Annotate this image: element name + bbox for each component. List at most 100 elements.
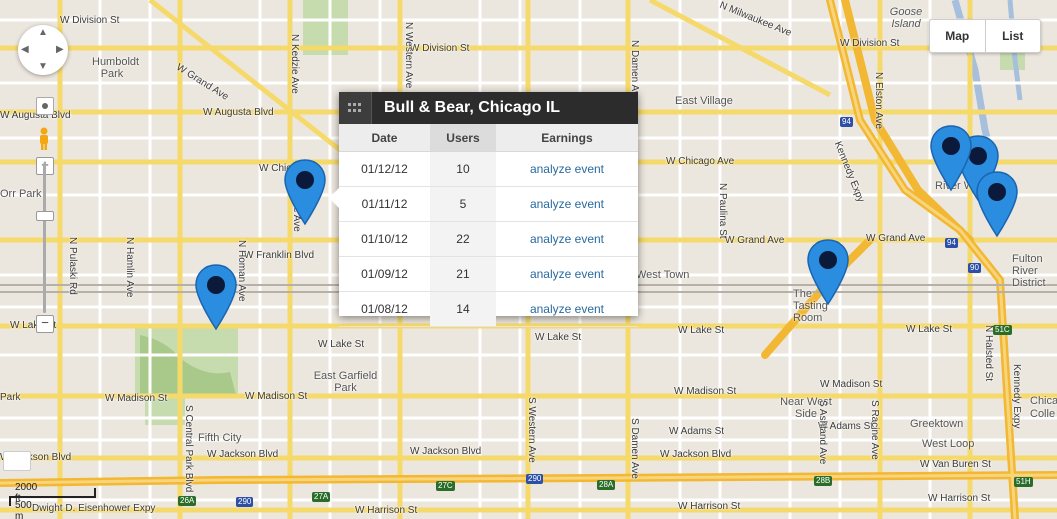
pan-right-icon[interactable]: ▶ (56, 44, 64, 55)
street-label: W Lake St (678, 325, 725, 336)
area-label: West Loop (922, 438, 975, 450)
street-label: N Kedzie Ave (289, 34, 300, 94)
map-canvas[interactable]: Humboldt Park W Division St W Division S… (0, 0, 1057, 519)
area-label: Orr Park (0, 188, 42, 200)
scale-meters: 500 m (15, 500, 32, 519)
street-label: W Van Buren St (920, 459, 991, 470)
date-cell: 01/09/12 (339, 256, 430, 292)
interstate-shield: 90 (968, 263, 981, 273)
street-label: Park (0, 392, 21, 403)
street-label: S Central Park Blvd (183, 405, 194, 493)
table-row: 01/08/12 14 analyze event (339, 291, 638, 327)
exit-shield: 28B (814, 476, 833, 486)
pan-left-icon[interactable]: ◀ (21, 44, 29, 55)
table-row: 01/09/12 21 analyze event (339, 256, 638, 292)
pan-control[interactable]: ▲ ▼ ◀ ▶ (18, 25, 68, 75)
analyze-event-link[interactable]: analyze event (530, 197, 604, 211)
zoom-slider-track[interactable] (43, 163, 46, 313)
street-label: W Jackson Blvd (410, 446, 482, 457)
grid-icon[interactable] (339, 92, 372, 124)
street-label: W Chicago Ave (666, 156, 735, 167)
street-label: W Harrison St (355, 505, 418, 516)
google-logo-box (3, 451, 31, 471)
analyze-event-link[interactable]: analyze event (530, 232, 604, 246)
column-header-date[interactable]: Date (339, 124, 430, 152)
interstate-shield: 290 (526, 474, 544, 484)
street-label: N Hamlin Ave (124, 237, 135, 298)
street-label: W Division St (410, 43, 470, 54)
area-label: East Village (675, 95, 733, 107)
analyze-event-link[interactable]: analyze event (530, 267, 604, 281)
street-label: W Jackson Blvd (207, 449, 279, 460)
pegman-icon[interactable] (37, 127, 51, 151)
location-pin[interactable] (975, 170, 1019, 240)
analyze-event-link[interactable]: analyze event (530, 162, 604, 176)
street-label: W Franklin Blvd (244, 250, 315, 261)
location-pin[interactable] (283, 158, 327, 228)
area-label: Goose Island (889, 6, 923, 30)
pan-up-icon[interactable]: ▲ (38, 27, 48, 38)
popup-header: Bull & Bear, Chicago IL (339, 92, 638, 124)
users-cell: 22 (429, 221, 496, 257)
table-row: 01/11/12 5 analyze event (339, 186, 638, 222)
street-label: W Division St (840, 38, 900, 49)
area-label: East Garfield Park (313, 370, 378, 394)
street-label: W Lake St (906, 324, 953, 335)
recenter-button[interactable] (36, 97, 54, 115)
street-label: W Madison St (105, 393, 168, 404)
zoom-slider-thumb[interactable] (36, 211, 54, 221)
street-label: W Harrison St (928, 493, 991, 504)
area-label: West Town (636, 269, 690, 281)
analyze-event-link[interactable]: analyze event (530, 302, 604, 316)
street-label: Dwight D. Eisenhower Expy (32, 503, 156, 514)
area-label: Fulton River District (1012, 253, 1046, 289)
interstate-shield: 94 (945, 238, 958, 248)
users-cell: 21 (429, 256, 496, 292)
interstate-shield: 290 (236, 497, 254, 507)
column-header-users[interactable]: Users (429, 124, 496, 152)
location-pin[interactable] (194, 263, 238, 333)
area-label: Colle (1030, 408, 1056, 420)
recenter-icon (42, 103, 48, 109)
street-label: S Damen Ave (629, 418, 640, 479)
street-label: W Lake St (535, 332, 582, 343)
exit-shield: 26A (178, 496, 197, 506)
users-cell: 5 (429, 186, 496, 222)
exit-shield: 27A (312, 492, 331, 502)
area-label: Fifth City (198, 432, 242, 444)
location-pin[interactable] (806, 238, 850, 308)
popup-title: Bull & Bear, Chicago IL (384, 99, 561, 116)
exit-shield: 51C (993, 325, 1012, 335)
street-label: W Grand Ave (866, 233, 926, 244)
area-label: Greektown (910, 418, 964, 430)
zoom-out-button[interactable]: − (36, 315, 54, 333)
street-label: N Western Ave (403, 22, 414, 89)
scale-bar-tick (94, 488, 96, 498)
column-header-earnings[interactable]: Earnings (495, 124, 638, 152)
events-table: Date Users Earnings 01/12/12 10 analyze … (339, 124, 638, 327)
list-view-button[interactable]: List (986, 20, 1041, 52)
street-label: W Harrison St (678, 501, 741, 512)
popup-pointer (329, 188, 339, 208)
area-label: Humboldt Park (92, 56, 140, 80)
exit-shield: 27C (436, 481, 455, 491)
location-pin[interactable] (929, 124, 973, 194)
street-label: W Adams St (669, 426, 725, 437)
date-cell: 01/11/12 (339, 186, 430, 222)
date-cell: 01/08/12 (339, 291, 430, 327)
street-label: W Jackson Blvd (660, 449, 732, 460)
table-row: 01/12/12 10 analyze event (339, 151, 638, 187)
map-type-toggle: Map List (929, 19, 1041, 53)
users-cell: 14 (429, 291, 496, 327)
street-label: W Division St (60, 15, 120, 26)
street-label: W Madison St (245, 391, 308, 402)
table-row: 01/10/12 22 analyze event (339, 221, 638, 257)
interstate-shield: 94 (840, 117, 853, 127)
scale-bar (9, 496, 94, 498)
date-cell: 01/10/12 (339, 221, 430, 257)
exit-shield: 51H (1014, 477, 1033, 487)
map-view-button[interactable]: Map (930, 20, 985, 52)
info-popup: Bull & Bear, Chicago IL Date Users Earni… (329, 92, 638, 327)
pan-down-icon[interactable]: ▼ (38, 61, 48, 72)
street-label: N Elston Ave (873, 72, 884, 130)
